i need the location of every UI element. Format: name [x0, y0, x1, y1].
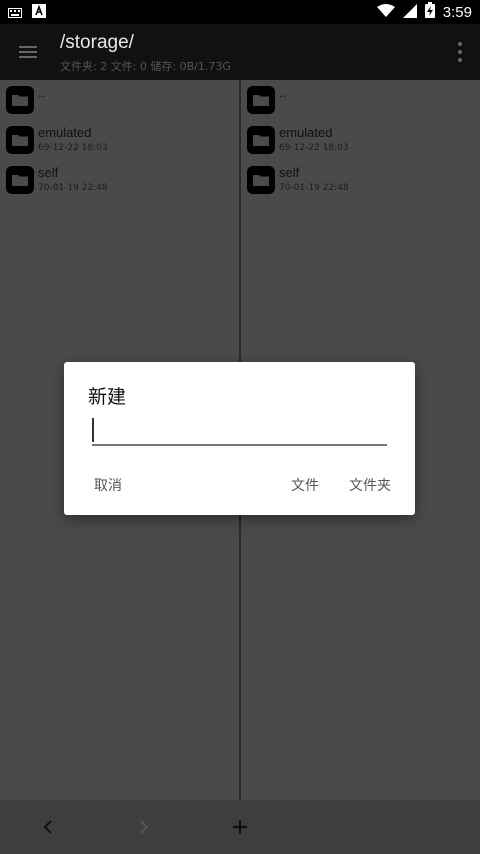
folder-icon: [247, 126, 275, 154]
status-time: 3:59: [442, 3, 472, 21]
name-input[interactable]: [92, 416, 387, 446]
new-folder-button[interactable]: 文件夹: [349, 475, 391, 495]
list-item[interactable]: emulated 69-12-22 18:03: [241, 120, 480, 160]
wifi-icon: [376, 3, 395, 22]
list-item[interactable]: ..: [241, 80, 480, 120]
battery-charging-icon: [424, 2, 435, 22]
file-name: ..: [38, 85, 46, 100]
new-file-button[interactable]: 文件: [291, 475, 319, 495]
file-name: emulated: [279, 125, 333, 140]
file-date: 69-12-22 18:03: [38, 143, 108, 153]
signal-icon: [402, 3, 417, 22]
back-chevron-icon[interactable]: [36, 815, 60, 839]
app-toolbar: /storage/ 文件夹: 2 文件: 0 储存: 0B/1.73G: [0, 24, 480, 80]
file-date: 69-12-22 18:03: [279, 143, 349, 153]
list-item[interactable]: self 70-01-19 22:48: [241, 160, 480, 200]
list-item[interactable]: emulated 69-12-22 18:03: [0, 120, 239, 160]
current-path-title: /storage/: [60, 32, 134, 53]
new-item-dialog: 新建 取消 文件 文件夹: [64, 362, 415, 515]
keyboard-icon: [8, 3, 22, 22]
folder-icon: [6, 86, 34, 114]
cancel-button[interactable]: 取消: [94, 475, 122, 495]
dialog-title: 新建: [88, 386, 127, 408]
list-item[interactable]: self 70-01-19 22:48: [0, 160, 239, 200]
list-item[interactable]: ..: [0, 80, 239, 120]
file-name: ..: [279, 85, 287, 100]
forward-chevron-icon[interactable]: [132, 815, 156, 839]
folder-icon: [247, 86, 275, 114]
more-vert-icon[interactable]: [454, 38, 466, 66]
file-date: 70-01-19 22:48: [38, 183, 108, 193]
folder-icon: [247, 166, 275, 194]
file-name: emulated: [38, 125, 92, 140]
file-name: self: [38, 165, 59, 180]
add-icon[interactable]: [228, 815, 252, 839]
path-stats-subtitle: 文件夹: 2 文件: 0 储存: 0B/1.73G: [60, 60, 231, 73]
file-name: self: [279, 165, 300, 180]
bottom-nav: [0, 800, 480, 854]
hamburger-icon[interactable]: [16, 40, 40, 64]
text-caret: [92, 418, 94, 442]
status-bar: 3:59: [0, 0, 480, 24]
folder-icon: [6, 126, 34, 154]
file-date: 70-01-19 22:48: [279, 183, 349, 193]
folder-icon: [6, 166, 34, 194]
a-badge-icon: [32, 3, 46, 22]
